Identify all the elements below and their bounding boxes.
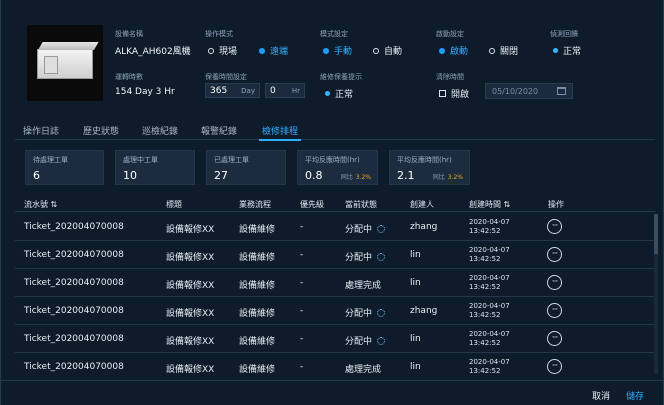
loading-icon <box>377 337 386 345</box>
loading-icon <box>377 309 386 317</box>
more-actions-icon[interactable]: ··· <box>547 219 562 234</box>
setting-label: 模式設定 <box>320 30 348 38</box>
start-label: 啟動設定 <box>436 30 464 38</box>
clear-date-input[interactable]: 05/10/2020 <box>485 83 573 99</box>
table-row[interactable]: Ticket_202004070008 設備報修XX 設備維修 - 分配中 zh… <box>15 213 655 241</box>
table-row[interactable]: Ticket_202004070008 設備報修XX 設備維修 - 分配中 li… <box>15 241 655 269</box>
runtime-value: 154 Day 3 Hr <box>115 87 175 97</box>
start-radio-off[interactable]: 關閉 <box>489 44 518 57</box>
notice-status: 正常 <box>325 87 353 100</box>
tab-history-status[interactable]: 歷史狀態 <box>83 124 119 137</box>
table-row[interactable]: Ticket_202004070008 設備報修XX 設備維修 - 分配中 li… <box>15 325 655 353</box>
maint-hours-input[interactable]: 0 Hr <box>265 83 305 98</box>
tab-maintenance-schedule[interactable]: 檢修排程 <box>258 124 302 141</box>
device-name-value: ALKA_AH602風機 <box>115 47 191 57</box>
col-flow: 業務流程 <box>239 200 271 209</box>
col-priority: 優先級 <box>300 200 324 209</box>
fault-label: 偵測回饋 <box>550 30 578 38</box>
calendar-icon <box>557 87 566 95</box>
maint-days-input[interactable]: 365 Day <box>205 83 260 98</box>
mode-radio-local[interactable]: 現場 <box>208 44 237 57</box>
device-image <box>27 25 103 101</box>
device-detail-panel: 設備名稱 ALKA_AH602風機 操作模式 現場 遠端 模式設定 手動 自動 … <box>0 0 664 405</box>
footer-bar: 取消 儲存 <box>1 380 664 405</box>
more-actions-icon[interactable]: ··· <box>547 359 562 374</box>
clear-label: 清除時間 <box>436 73 464 81</box>
mode-label: 操作模式 <box>205 30 233 38</box>
table-scrollbar[interactable] <box>654 214 658 374</box>
stat-card-avg-response-1: 平均反應時間(hr) 0.8 同比 3.2% <box>297 150 378 185</box>
start-radio-on[interactable]: 啟動 <box>439 44 468 57</box>
sort-icon[interactable]: ⇅ <box>51 200 58 209</box>
col-status: 當前狀態 <box>345 200 377 209</box>
sort-icon[interactable]: ⇅ <box>504 200 511 209</box>
runtime-label: 運轉時數 <box>115 73 143 81</box>
col-created-time[interactable]: 創建時間 ⇅ <box>469 199 510 210</box>
stat-card-done: 已處理工單 27 <box>206 150 286 185</box>
col-creator: 創建人 <box>410 200 434 209</box>
cancel-button[interactable]: 取消 <box>592 389 610 402</box>
tab-operation-log[interactable]: 操作日誌 <box>23 124 59 137</box>
maint-label: 保養時間設定 <box>205 73 247 81</box>
device-name-label: 設備名稱 <box>115 30 143 38</box>
table-row[interactable]: Ticket_202004070008 設備報修XX 設備維修 - 處理完成 l… <box>15 269 655 297</box>
col-action: 操作 <box>548 200 564 209</box>
loading-icon <box>377 225 386 233</box>
save-button[interactable]: 儲存 <box>626 389 644 402</box>
setting-radio-auto[interactable]: 自動 <box>373 44 402 57</box>
fault-status: 正常 <box>553 44 581 57</box>
more-actions-icon[interactable]: ··· <box>547 275 562 290</box>
table-row[interactable]: Ticket_202004070008 設備報修XX 設備維修 - 處理完成 l… <box>15 353 655 381</box>
device-info-section: 設備名稱 ALKA_AH602風機 操作模式 現場 遠端 模式設定 手動 自動 … <box>9 8 657 118</box>
table-header: 流水號 ⇅ 標題 業務流程 優先級 當前狀態 創建人 創建時間 ⇅ 操作 <box>15 194 655 212</box>
col-title: 標題 <box>166 200 182 209</box>
tab-inspection-records[interactable]: 巡檢紀錄 <box>142 124 178 137</box>
more-actions-icon[interactable]: ··· <box>547 331 562 346</box>
stat-card-processing: 處理中工單 10 <box>115 150 195 185</box>
more-actions-icon[interactable]: ··· <box>547 303 562 318</box>
mode-radio-remote[interactable]: 遠端 <box>259 44 288 57</box>
col-serial[interactable]: 流水號 ⇅ <box>24 199 57 210</box>
more-actions-icon[interactable]: ··· <box>547 247 562 262</box>
loading-icon <box>377 253 386 261</box>
stat-card-avg-response-2: 平均反應時間(hr) 2.1 同比 3.2% <box>389 150 470 185</box>
notice-label: 維修保養提示 <box>320 73 362 81</box>
tab-bar: 操作日誌 歷史狀態 巡檢紀錄 報警紀錄 檢修排程 <box>15 124 655 141</box>
clear-checkbox[interactable]: 開啟 <box>439 87 469 100</box>
setting-radio-manual[interactable]: 手動 <box>323 44 352 57</box>
table-row[interactable]: Ticket_202004070008 設備報修XX 設備維修 - 分配中 zh… <box>15 297 655 325</box>
stat-card-pending: 待處理工單 6 <box>25 150 104 185</box>
tab-alarm-records[interactable]: 報警紀錄 <box>201 124 237 137</box>
